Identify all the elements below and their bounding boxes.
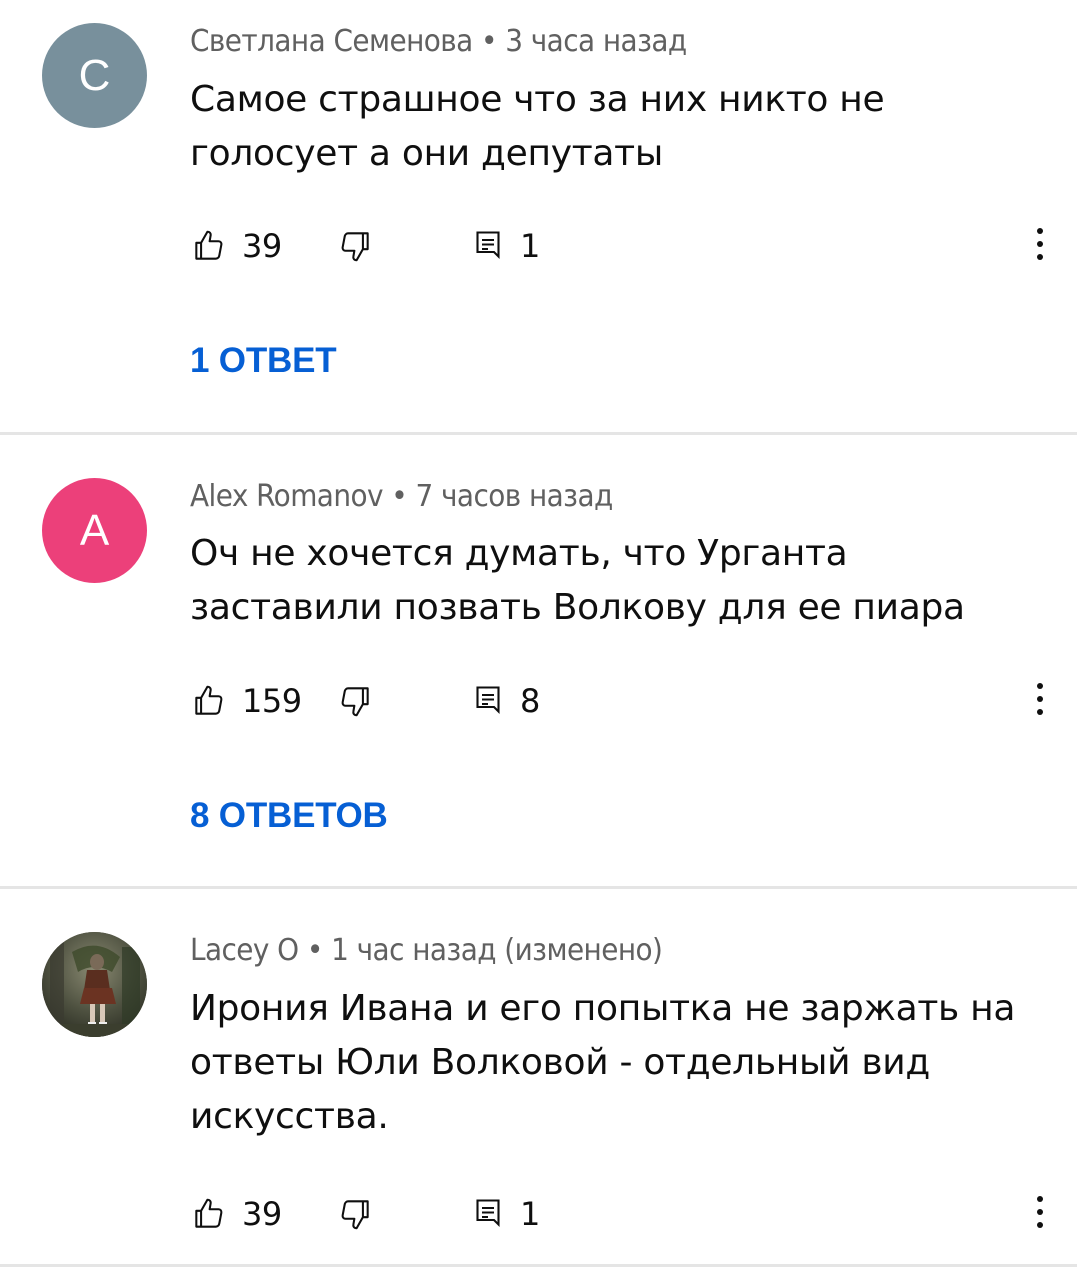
comment-reply-icon <box>470 1195 506 1233</box>
thumbs-down-icon <box>336 1195 374 1233</box>
divider <box>0 1264 1077 1267</box>
comment-actions: 159 8 <box>190 679 1050 723</box>
more-actions-button[interactable] <box>1030 1192 1050 1236</box>
comment: Lacey O • 1 час назад (изменено) Ирония … <box>0 889 1077 1268</box>
author-name[interactable]: Светлана Семенова <box>190 24 473 59</box>
reply-count: 1 <box>520 227 540 265</box>
vertical-ellipsis-icon <box>1036 227 1044 266</box>
more-actions-button[interactable] <box>1030 679 1050 723</box>
thumbs-up-icon <box>190 1195 228 1233</box>
avatar[interactable]: A <box>42 478 147 583</box>
comment-actions: 39 1 <box>190 1192 1050 1236</box>
avatar-photo <box>42 932 147 1037</box>
more-actions-button[interactable] <box>1030 224 1050 268</box>
comment-time: 1 час назад (изменено) <box>331 933 663 968</box>
comment-meta: Lacey O • 1 час назад (изменено) <box>190 933 663 968</box>
like-button[interactable]: 39 <box>190 224 282 268</box>
comment-text-line: ответы Юли Волковой - отдельный вид <box>190 1042 930 1083</box>
reply-button[interactable]: 8 <box>470 679 540 723</box>
comment-text-line: искусства. <box>190 1096 389 1137</box>
reply-count: 8 <box>520 682 540 720</box>
reply-button[interactable]: 1 <box>470 224 540 268</box>
like-count: 39 <box>242 1195 282 1233</box>
comment-reply-icon <box>470 682 506 720</box>
comment-actions: 39 1 <box>190 224 1050 268</box>
vertical-ellipsis-icon <box>1036 682 1044 721</box>
comment-text: Самое страшное что за них никто не голос… <box>190 73 1040 181</box>
comment-time: 3 часа назад <box>505 24 687 59</box>
like-button[interactable]: 39 <box>190 1192 282 1236</box>
comment: A Alex Romanov • 7 часов назад Оч не хоч… <box>0 435 1077 887</box>
comment-time: 7 часов назад <box>415 479 613 514</box>
comment-text: Оч не хочется думать, что Урганта застав… <box>190 527 1040 635</box>
meta-separator: • <box>391 479 408 514</box>
comment-text-line: Самое страшное что за них никто не <box>190 79 885 120</box>
reply-button[interactable]: 1 <box>470 1192 540 1236</box>
comment-text-line: заставили позвать Волкову для ее пиара <box>190 587 965 628</box>
meta-separator: • <box>306 933 323 968</box>
like-count: 39 <box>242 227 282 265</box>
dislike-button[interactable] <box>336 679 374 723</box>
comment-text-line: голосует а они депутаты <box>190 133 663 174</box>
comment-meta: Светлана Семенова • 3 часа назад <box>190 24 687 59</box>
meta-separator: • <box>481 24 497 59</box>
author-name[interactable]: Alex Romanov <box>190 479 384 514</box>
avatar[interactable] <box>42 932 147 1037</box>
like-count: 159 <box>242 682 302 720</box>
comment-text-line: Ирония Ивана и его попытка не заржать на <box>190 988 1016 1029</box>
thumbs-down-icon <box>336 682 374 720</box>
dislike-button[interactable] <box>336 224 374 268</box>
comment-reply-icon <box>470 227 506 265</box>
comment-meta: Alex Romanov • 7 часов назад <box>190 479 613 514</box>
comment: С Светлана Семенова • 3 часа назад Самое… <box>0 0 1077 434</box>
author-name[interactable]: Lacey O <box>190 933 299 968</box>
comment-text-line: Оч не хочется думать, что Урганта <box>190 533 848 574</box>
avatar[interactable]: С <box>42 23 147 128</box>
reply-count: 1 <box>520 1195 540 1233</box>
like-button[interactable]: 159 <box>190 679 302 723</box>
thumbs-up-icon <box>190 227 228 265</box>
view-replies-button[interactable]: 1 ОТВЕТ <box>190 341 337 381</box>
vertical-ellipsis-icon <box>1036 1195 1044 1234</box>
view-replies-button[interactable]: 8 ОТВЕТОВ <box>190 796 388 836</box>
dislike-button[interactable] <box>336 1192 374 1236</box>
thumbs-up-icon <box>190 682 228 720</box>
comment-text: Ирония Ивана и его попытка не заржать на… <box>190 982 1040 1144</box>
thumbs-down-icon <box>336 227 374 265</box>
